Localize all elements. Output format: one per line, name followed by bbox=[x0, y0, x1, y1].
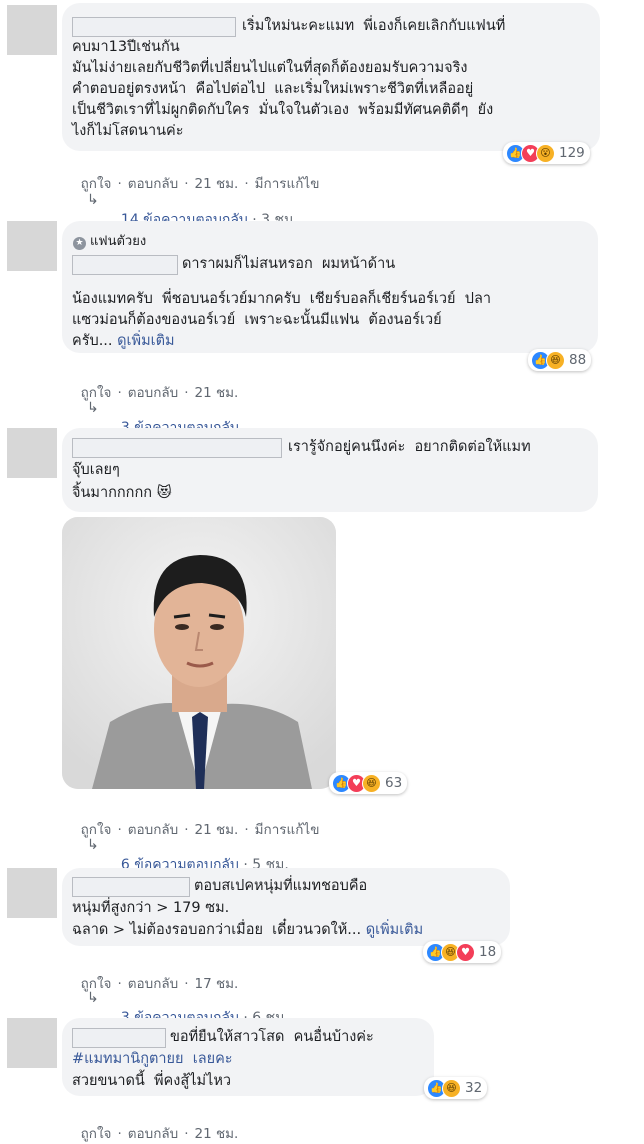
like-link[interactable]: ถูกใจ bbox=[81, 385, 112, 401]
comment-text-line: น้องแมทครับ พี่ชอบนอร์เวย์มากครับ เชียร์… bbox=[72, 291, 491, 307]
edited-label[interactable]: มีการแก้ไข bbox=[255, 822, 320, 838]
comment-text-line: สวยขนาดนี้ พี่คงสู้ไม่ไหว bbox=[72, 1073, 232, 1089]
see-more-link[interactable]: ดูเพิ่มเติม bbox=[366, 922, 423, 938]
redacted-commenter-name[interactable] bbox=[72, 1028, 166, 1048]
like-link[interactable]: ถูกใจ bbox=[81, 1126, 112, 1142]
comment-actions: ถูกใจ · ตอบกลับ · 21 ชม. · มีการแก้ไข bbox=[80, 822, 320, 838]
edited-label[interactable]: มีการแก้ไข bbox=[255, 176, 320, 192]
commenter-avatar[interactable] bbox=[7, 868, 57, 918]
reaction-count: 63 bbox=[385, 775, 403, 791]
comment-time[interactable]: 21 ชม. bbox=[195, 385, 239, 401]
commenter-avatar[interactable] bbox=[7, 1018, 57, 1068]
comment-text-line: เป็นชีวิตเราที่ไม่ผูกติดกับใคร มั่นใจในต… bbox=[72, 102, 494, 118]
comment-text-line: ฉลาด > ไม่ต้องรอบอกว่าเมื่อย เดี๋ยวนวดให… bbox=[72, 922, 424, 938]
star-icon: ★ bbox=[73, 237, 86, 250]
comment-text-line: ไงก็ไม่โสดนานค่ะ bbox=[72, 123, 184, 139]
reply-arrow-icon: ↳ bbox=[87, 990, 99, 1006]
comment-text-line: หนุ่มที่สูงกว่า > 179 ซม. bbox=[72, 900, 230, 916]
reply-arrow-icon: ↳ bbox=[87, 837, 99, 853]
comment-text-line: คำตอบอยู่ตรงหน้า คือไปต่อไป และเริ่มใหม่… bbox=[72, 81, 474, 97]
comment-text-line: จุ๊บเลยๆ bbox=[72, 462, 120, 478]
reaction-summary[interactable]: 👍 😆 88 bbox=[528, 349, 592, 371]
reply-link[interactable]: ตอบกลับ bbox=[128, 176, 178, 192]
reply-link[interactable]: ตอบกลับ bbox=[128, 385, 178, 401]
reaction-count: 88 bbox=[569, 352, 587, 368]
comment-text-line: เริ่มใหม่นะคะแมท พี่เองก็เคยเลิกกับแฟนที… bbox=[242, 18, 506, 34]
reaction-count: 18 bbox=[479, 944, 497, 960]
comment-text-line: เรารู้จักอยู่คนนึงค่ะ อยากติดต่อให้แมท bbox=[288, 439, 531, 455]
redacted-commenter-name[interactable] bbox=[72, 877, 190, 897]
reaction-summary[interactable]: 👍 😆 ♥ 18 bbox=[423, 941, 502, 963]
top-fan-badge[interactable]: ★ แฟนตัวยง bbox=[73, 230, 146, 251]
comment-actions: ถูกใจ · ตอบกลับ · 21 ชม. · มีการแก้ไข bbox=[80, 176, 320, 192]
reply-link[interactable]: ตอบกลับ bbox=[128, 976, 178, 992]
haha-icon: 😆 bbox=[362, 773, 381, 793]
man-in-suit-photo bbox=[62, 517, 336, 789]
comment-text-line: ครับ... ดูเพิ่มเติม bbox=[72, 333, 175, 349]
love-icon: ♥ bbox=[456, 942, 475, 962]
comment-actions: ถูกใจ · ตอบกลับ · 21 ชม. bbox=[80, 385, 239, 401]
commenter-avatar[interactable] bbox=[7, 5, 57, 55]
wow-icon: 😮 bbox=[536, 143, 555, 163]
reply-arrow-icon: ↳ bbox=[87, 192, 99, 208]
comment-time[interactable]: 17 ชม. bbox=[195, 976, 239, 992]
comment-text-line: ตอบสเปคหนุ่มที่แมทชอบคือ bbox=[194, 878, 368, 894]
comment-actions: ถูกใจ · ตอบกลับ · 21 ชม. bbox=[80, 1126, 239, 1142]
commenter-avatar[interactable] bbox=[7, 428, 57, 478]
comment-time[interactable]: 21 ชม. bbox=[195, 176, 239, 192]
haha-icon: 😆 bbox=[442, 1078, 461, 1098]
reaction-count: 32 bbox=[465, 1080, 483, 1096]
see-more-link[interactable]: ดูเพิ่มเติม bbox=[117, 333, 174, 349]
comment-hashtag-line[interactable]: #แมทมานิกูตายย เลยคะ bbox=[72, 1050, 233, 1070]
reply-link[interactable]: ตอบกลับ bbox=[128, 1126, 178, 1142]
like-link[interactable]: ถูกใจ bbox=[81, 176, 112, 192]
comment-text-line: จิ้นมากกกกก 😻 bbox=[72, 485, 172, 501]
comment-text-line: คบมา13ปีเช่นกัน bbox=[72, 39, 180, 55]
comment-time[interactable]: 21 ชม. bbox=[195, 1126, 239, 1142]
commenter-avatar[interactable] bbox=[7, 221, 57, 271]
reaction-summary[interactable]: 👍 ♥ 😮 129 bbox=[503, 142, 590, 164]
reply-link[interactable]: ตอบกลับ bbox=[128, 822, 178, 838]
redacted-commenter-name[interactable] bbox=[72, 438, 282, 458]
comment-text-line: ขอที่ยืนให้สาวโสด คนอื่นบ้างค่ะ bbox=[170, 1029, 374, 1045]
smiling-cat-emoji: 😻 bbox=[156, 485, 172, 501]
haha-icon: 😆 bbox=[546, 350, 565, 370]
reaction-summary[interactable]: 👍 ♥ 😆 63 bbox=[329, 772, 408, 794]
comment-text-line: มันไม่ง่ายเลยกับชีวิตที่เปลี่ยนไปแต่ในที… bbox=[72, 60, 468, 76]
reaction-summary[interactable]: 👍 😆 32 bbox=[424, 1077, 488, 1099]
redacted-commenter-name[interactable] bbox=[72, 255, 178, 275]
redacted-commenter-name[interactable] bbox=[72, 17, 236, 37]
like-link[interactable]: ถูกใจ bbox=[81, 822, 112, 838]
attached-photo[interactable] bbox=[62, 517, 336, 789]
comment-time[interactable]: 21 ชม. bbox=[195, 822, 239, 838]
reply-arrow-icon: ↳ bbox=[87, 400, 99, 416]
reaction-count: 129 bbox=[559, 145, 585, 161]
comment-actions: ถูกใจ · ตอบกลับ · 17 ชม. bbox=[80, 976, 239, 992]
comment-text-line: แซวม่อนก็ต้องของนอร์เวย์ เพราะฉะนั้นมีแฟ… bbox=[72, 312, 442, 328]
comment-text-line: ดาราผมก็ไม่สนหรอก ผมหน้าด้าน bbox=[182, 256, 396, 272]
